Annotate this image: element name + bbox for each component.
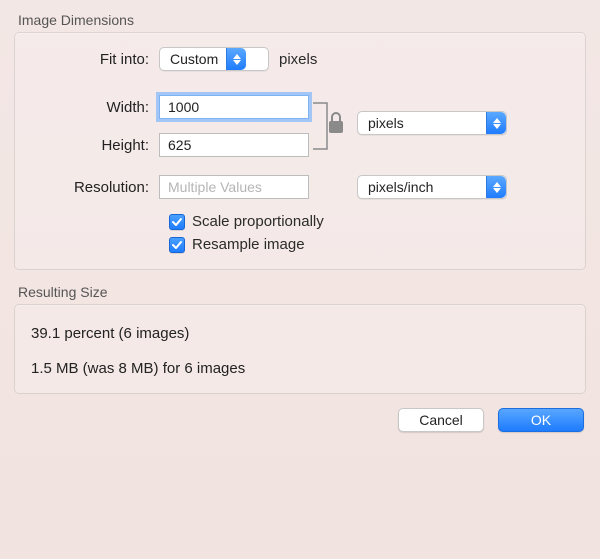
width-row: Width: (29, 93, 309, 121)
section-title-image-dimensions: Image Dimensions (18, 12, 586, 28)
ok-button[interactable]: OK (498, 408, 584, 432)
dialog-footer: Cancel OK (14, 394, 586, 432)
resolution-label: Resolution: (29, 179, 159, 196)
resample-image-checkbox[interactable] (169, 237, 185, 253)
width-height-block: Width: Height: pixe (29, 93, 571, 169)
scale-proportionally-row: Scale proportionally (169, 213, 571, 230)
aspect-lock[interactable] (309, 93, 351, 157)
resample-image-label: Resample image (192, 236, 305, 253)
resulting-percent-line: 39.1 percent (6 images) (31, 325, 571, 342)
check-icon (172, 240, 182, 250)
chevrons-icon (486, 112, 506, 134)
size-unit-selected: pixels (358, 115, 486, 131)
resulting-size-group: 39.1 percent (6 images) 1.5 MB (was 8 MB… (14, 304, 586, 394)
height-input[interactable] (159, 133, 309, 157)
section-title-resulting-size: Resulting Size (18, 284, 586, 300)
resolution-row: Resolution: pixels/inch (29, 173, 571, 201)
width-label: Width: (29, 99, 159, 116)
resample-image-row: Resample image (169, 236, 571, 253)
resulting-size-line: 1.5 MB (was 8 MB) for 6 images (31, 360, 571, 377)
check-icon (172, 217, 182, 227)
dialog-body: Image Dimensions Fit into: Custom pixels… (0, 0, 600, 446)
image-dimensions-group: Fit into: Custom pixels Width: Height: (14, 32, 586, 270)
fit-into-label: Fit into: (29, 51, 159, 68)
resolution-input[interactable] (159, 175, 309, 199)
scale-proportionally-checkbox[interactable] (169, 214, 185, 230)
fit-into-popup[interactable]: Custom (159, 47, 269, 71)
resolution-unit-popup[interactable]: pixels/inch (357, 175, 507, 199)
fit-into-selected: Custom (160, 51, 226, 67)
chevrons-icon (226, 48, 246, 70)
cancel-button[interactable]: Cancel (398, 408, 484, 432)
resolution-unit-selected: pixels/inch (358, 179, 486, 195)
fit-into-unit-label: pixels (279, 51, 317, 68)
fit-into-row: Fit into: Custom pixels (29, 45, 571, 73)
height-label: Height: (29, 137, 159, 154)
size-unit-popup[interactable]: pixels (357, 111, 507, 135)
height-row: Height: (29, 131, 309, 159)
scale-proportionally-label: Scale proportionally (192, 213, 324, 230)
width-input[interactable] (159, 95, 309, 119)
chevrons-icon (486, 176, 506, 198)
